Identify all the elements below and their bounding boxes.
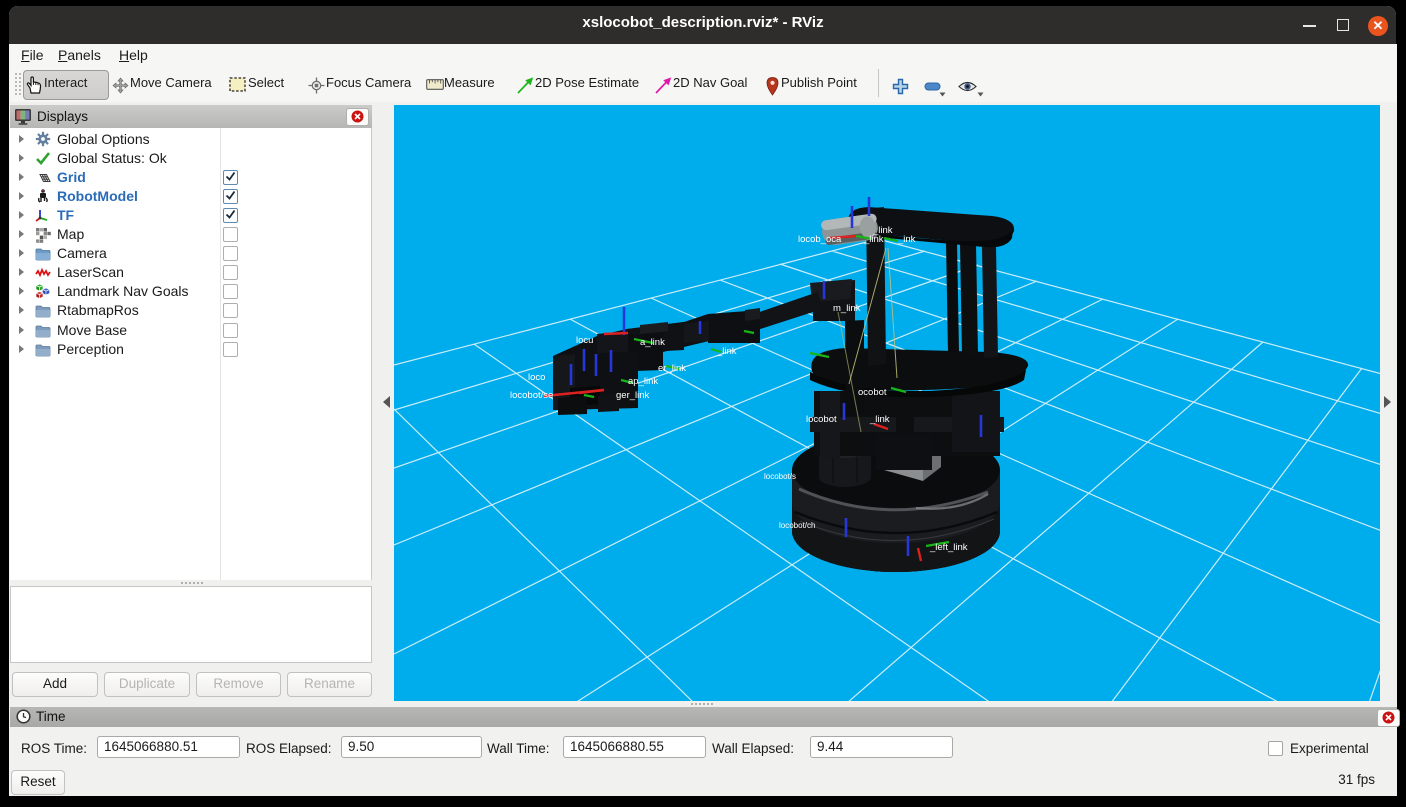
svg-text:ap_link: ap_link xyxy=(628,376,658,387)
svg-text:ocobot: ocobot xyxy=(858,387,887,398)
svg-text:locobot: locobot xyxy=(806,414,837,425)
svg-text:m_link: m_link xyxy=(833,303,861,314)
svg-text:er_link: er_link xyxy=(658,363,686,374)
svg-text:_link: _link xyxy=(863,234,884,245)
svg-text:locobot/ch: locobot/ch xyxy=(779,521,815,530)
svg-text:a_link: a_link xyxy=(640,337,665,348)
svg-text:_left_link: _left_link xyxy=(929,542,968,553)
svg-text:locobot/se: locobot/se xyxy=(510,390,553,401)
svg-text:loco: loco xyxy=(528,372,545,383)
svg-text:ger_link: ger_link xyxy=(616,390,650,401)
svg-text:_link: _link xyxy=(716,346,737,357)
svg-text:locu: locu xyxy=(576,335,593,346)
svg-text:locobot/s: locobot/s xyxy=(764,472,796,481)
svg-text:locob_oca: locob_oca xyxy=(798,234,842,245)
svg-text:_link: _link xyxy=(869,414,890,425)
svg-text:_ink: _ink xyxy=(897,234,916,245)
